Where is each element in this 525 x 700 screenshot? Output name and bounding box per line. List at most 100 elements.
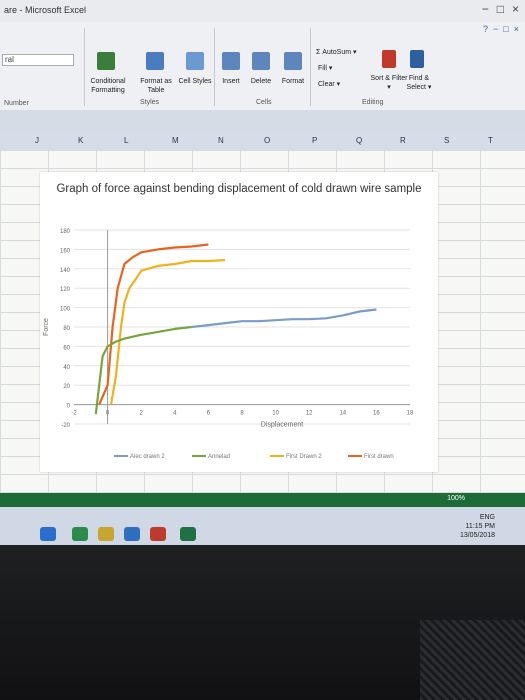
pin-app-icon[interactable]: [150, 527, 166, 541]
legend-label: Annelad: [208, 454, 230, 460]
autosum-button[interactable]: Σ AutoSum ▾: [316, 48, 357, 57]
legend-label: Alec drawn 2: [130, 454, 165, 460]
find-select-button[interactable]: Find & Select ▾: [402, 74, 436, 92]
conditional-formatting-icon[interactable]: [97, 52, 115, 70]
ribbon-restore-icon[interactable]: □: [503, 24, 508, 34]
legend-label: First Drawn 2: [286, 454, 322, 460]
series-line: [94, 325, 192, 415]
y-axis-label: Force: [43, 318, 50, 336]
column-header[interactable]: L: [124, 136, 128, 145]
series-line: [191, 308, 377, 329]
title-bar: are - Microsoft Excel − □ ×: [0, 0, 525, 23]
y-tick-label: 120: [60, 287, 71, 293]
column-header[interactable]: K: [78, 136, 83, 145]
monitor-brand-logo: [210, 590, 310, 620]
x-tick-label: -2: [71, 411, 77, 417]
x-tick-label: 0: [106, 411, 110, 417]
number-group-label: Number: [4, 100, 29, 107]
chrome-icon[interactable]: [98, 527, 114, 541]
column-header[interactable]: Q: [356, 136, 362, 145]
x-tick-label: 2: [140, 411, 144, 417]
ribbon-separator: [310, 28, 311, 106]
minimize-icon[interactable]: −: [482, 2, 489, 16]
window-controls: − □ ×: [482, 2, 519, 16]
series-line: [109, 259, 226, 405]
chart-area[interactable]: Graph of force against bending displacem…: [40, 172, 438, 472]
column-header[interactable]: N: [218, 136, 224, 145]
y-tick-label: 100: [60, 307, 71, 313]
column-header[interactable]: M: [172, 136, 179, 145]
format-as-table-button[interactable]: Format as Table: [136, 77, 176, 95]
x-tick-label: 8: [240, 411, 244, 417]
find-select-icon[interactable]: [410, 50, 424, 68]
help-icon[interactable]: ?: [483, 24, 488, 34]
x-tick-label: 16: [373, 411, 380, 417]
y-tick-label: 60: [63, 345, 70, 351]
clear-button[interactable]: Clear ▾: [318, 80, 340, 89]
start-app-icon[interactable]: [40, 527, 56, 541]
x-axis-label: Displacement: [261, 422, 303, 429]
maximize-icon[interactable]: □: [497, 2, 504, 16]
conditional-formatting-button[interactable]: Conditional Formatting: [86, 77, 130, 95]
y-tick-label: 160: [60, 248, 71, 254]
ribbon-window-controls: ? − □ ×: [483, 24, 519, 34]
editing-group-label: Editing: [362, 99, 384, 106]
x-tick-label: 10: [272, 411, 279, 417]
sort-filter-icon[interactable]: [382, 50, 396, 68]
status-bar: 100%: [0, 493, 525, 507]
x-tick-label: 6: [207, 411, 211, 417]
window-title: are - Microsoft Excel: [4, 5, 87, 15]
y-tick-label: 0: [67, 404, 71, 410]
screen: are - Microsoft Excel − □ × ? − □ × ral …: [0, 0, 525, 545]
insert-button[interactable]: Insert: [218, 77, 244, 86]
y-tick-label: 40: [63, 365, 70, 371]
ribbon-separator: [214, 28, 215, 106]
ribbon-minimize-icon[interactable]: −: [493, 24, 498, 34]
language-indicator: ENG: [479, 514, 495, 521]
delete-icon[interactable]: [252, 52, 270, 70]
legend-label: First drawn: [364, 454, 394, 460]
column-header-row: J K L M N O P Q R S T: [0, 134, 525, 151]
ribbon-separator: [84, 28, 85, 106]
x-tick-label: 18: [407, 411, 414, 417]
x-tick-label: 4: [173, 411, 177, 417]
cells-group-label: Cells: [256, 99, 272, 106]
keyboard-corner: [420, 620, 525, 700]
format-icon[interactable]: [284, 52, 302, 70]
insert-icon[interactable]: [222, 52, 240, 70]
format-button[interactable]: Format: [278, 77, 308, 86]
y-tick-label: 140: [60, 268, 71, 274]
x-tick-label: 12: [306, 411, 313, 417]
explorer-icon[interactable]: [72, 527, 88, 541]
x-tick-label: 14: [339, 411, 346, 417]
cell-styles-icon[interactable]: [186, 52, 204, 70]
column-header[interactable]: S: [444, 136, 449, 145]
cell-styles-button[interactable]: Cell Styles: [178, 77, 212, 86]
fill-button[interactable]: Fill ▾: [318, 64, 332, 73]
column-header[interactable]: O: [264, 136, 270, 145]
font-name-box[interactable]: ral: [2, 54, 74, 66]
column-header[interactable]: T: [488, 136, 493, 145]
y-tick-label: 20: [63, 384, 70, 390]
zoom-level[interactable]: 100%: [447, 495, 465, 502]
chart-plot: -20020406080100120140160180-2 0 2 4 6 8 10 12 14…: [43, 229, 414, 460]
word-icon[interactable]: [124, 527, 140, 541]
format-table-icon[interactable]: [146, 52, 164, 70]
styles-group-label: Styles: [140, 99, 160, 106]
system-tray[interactable]: ENG 11:15 PM 13/05/2018: [460, 513, 495, 540]
y-tick-label: -20: [61, 423, 70, 429]
column-header[interactable]: R: [400, 136, 406, 145]
y-tick-label: 180: [60, 229, 71, 235]
column-header[interactable]: P: [312, 136, 317, 145]
clock-date: 13/05/2018: [459, 532, 495, 539]
ribbon-close-icon[interactable]: ×: [514, 24, 519, 34]
ribbon: ? − □ × ral Number Conditional Formattin…: [0, 22, 525, 111]
excel-taskbar-icon[interactable]: [180, 527, 196, 541]
clock-time: 11:15 PM: [465, 523, 495, 530]
close-icon[interactable]: ×: [512, 2, 519, 16]
y-tick-label: 80: [63, 326, 70, 332]
formula-bar[interactable]: [0, 110, 525, 135]
delete-button[interactable]: Delete: [246, 77, 276, 86]
column-header[interactable]: J: [35, 136, 39, 145]
taskbar: ENG 11:15 PM 13/05/2018: [0, 507, 525, 545]
